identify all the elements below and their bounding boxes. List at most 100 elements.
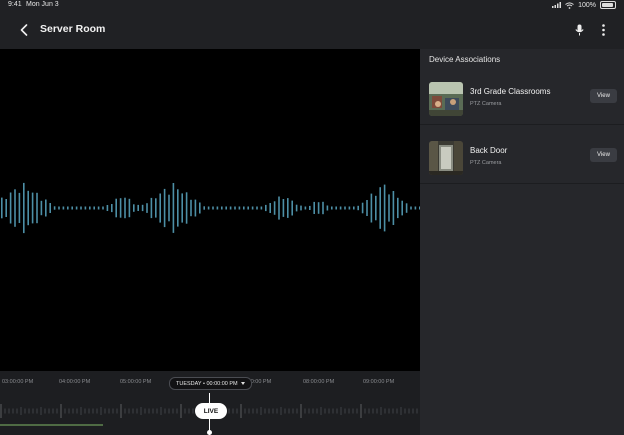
device-card[interactable]: 3rd Grade Classrooms PTZ Camera View (420, 74, 624, 125)
waveform-bar (84, 206, 87, 210)
timeline-label: 03:00:00 PM (2, 379, 34, 385)
battery-icon (600, 1, 616, 9)
waveform-bar (256, 206, 258, 210)
waveform-bar (269, 203, 271, 213)
waveform-bar (71, 206, 73, 210)
waveform-bar (119, 198, 122, 218)
waveform-bar (397, 197, 399, 219)
waveform-bar (326, 205, 329, 211)
view-button[interactable]: View (590, 148, 617, 162)
waveform-bar (190, 199, 192, 217)
camera-thumbnail (429, 82, 463, 116)
waveform-bar (348, 206, 351, 210)
waveform-bar (339, 206, 342, 210)
waveform-bar (49, 203, 51, 213)
waveform-bar (238, 206, 241, 210)
waveform-bar (379, 187, 381, 229)
waveform-bar (335, 206, 337, 210)
waveform-bar (361, 202, 364, 214)
waveform-bar (353, 206, 355, 210)
waveform-bar (58, 206, 60, 210)
waveform-bar (243, 206, 245, 210)
waveform-bar (18, 192, 21, 223)
device-associations-panel: Device Associations 3rd Grade Classrooms… (420, 49, 624, 435)
waveform-bar (172, 183, 175, 233)
battery-percent: 100% (578, 1, 596, 9)
waveform-bar (370, 193, 373, 223)
page-title: Server Room (40, 23, 106, 35)
date-time-selector[interactable]: TUESDAY • 00:00:00 PM (169, 377, 252, 390)
waveform-bar (414, 206, 417, 210)
waveform-bar (234, 206, 236, 210)
waveform-bar (357, 205, 359, 211)
header: Server Room (0, 12, 624, 48)
waveform-bar (155, 198, 157, 218)
waveform-bar (80, 206, 82, 210)
waveform-bar (331, 206, 333, 210)
waveform-bar (45, 199, 47, 217)
waveform-bar (40, 200, 43, 216)
waveform-bar (260, 206, 263, 210)
timeline-label: 08:00:00 PM (303, 379, 335, 385)
waveform-bar (75, 206, 78, 210)
status-time: 9:41 (8, 1, 22, 8)
waveform-bar (89, 206, 91, 210)
waveform-bar (291, 200, 293, 216)
signal-icon (552, 2, 562, 8)
waveform-bar (62, 206, 65, 210)
audio-viewer (0, 49, 420, 371)
waveform-bar (5, 199, 7, 217)
waveform-bar (23, 182, 25, 234)
waveform-bar (9, 192, 12, 224)
waveform-bar (163, 188, 166, 228)
waveform-bar (225, 206, 227, 210)
waveform-bar (313, 201, 315, 214)
status-date: Mon Jun 3 (26, 1, 59, 8)
playhead-handle[interactable] (207, 430, 212, 435)
waveform-bar (203, 206, 205, 210)
waveform-bar (1, 197, 3, 219)
waveform-bar (247, 206, 249, 210)
recorded-progress (0, 424, 103, 426)
waveform-bar (159, 193, 161, 223)
waveform-bar (207, 206, 210, 210)
device-card[interactable]: Back Door PTZ Camera View (420, 133, 624, 184)
waveform-bar (150, 197, 153, 219)
waveform-bar (168, 194, 170, 222)
microphone-button[interactable] (571, 21, 587, 39)
waveform-bar (405, 203, 408, 213)
waveform-bar (14, 189, 16, 227)
waveform-bar (106, 205, 109, 211)
waveform-bar (304, 206, 307, 210)
waveform-bar (199, 202, 201, 214)
waveform-bar (322, 201, 324, 215)
waveform-bar (36, 192, 38, 224)
waveform-bar (383, 184, 386, 232)
waveform-bar (93, 206, 95, 210)
audio-waveform (1, 182, 420, 234)
waveform-bar (309, 205, 311, 210)
waveform-bar (53, 206, 56, 210)
more-options-button[interactable] (597, 21, 609, 39)
more-vertical-icon (601, 24, 605, 36)
waveform-bar (102, 206, 104, 210)
waveform-bar (265, 204, 267, 212)
status-bar: 9:41 Mon Jun 3 100% (0, 0, 624, 12)
view-button[interactable]: View (590, 89, 617, 103)
back-button[interactable] (15, 21, 33, 39)
device-type: PTZ Camera (470, 101, 502, 107)
device-name: 3rd Grade Classrooms (470, 87, 551, 96)
waveform-bar (177, 189, 179, 227)
waveform-bar (124, 197, 126, 219)
timeline-label: 05:00:00 PM (120, 379, 152, 385)
timeline-label: 04:00:00 PM (59, 379, 91, 385)
waveform-bar (212, 206, 214, 210)
live-button[interactable]: LIVE (195, 403, 227, 419)
waveform-bar (295, 204, 298, 212)
waveform-bar (229, 206, 232, 210)
wifi-icon (565, 1, 574, 9)
waveform-bar (97, 206, 100, 210)
waveform-bar (221, 206, 223, 210)
waveform-bar (375, 195, 377, 221)
waveform-bar (300, 205, 302, 211)
